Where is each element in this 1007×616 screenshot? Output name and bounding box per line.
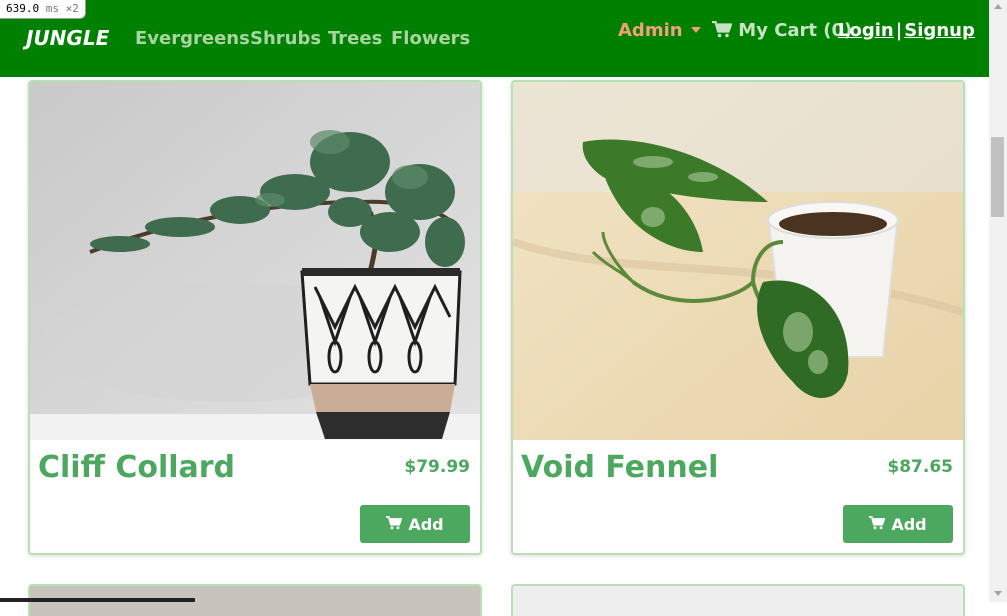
- cart-icon: [712, 20, 738, 41]
- brand-logo[interactable]: JUNGLE: [26, 26, 109, 50]
- product-card: Cliff Collard $79.99 Add: [28, 80, 482, 555]
- scroll-up-arrow-icon[interactable]: [994, 4, 1002, 9]
- product-card: Void Fennel $87.65 Add: [511, 80, 965, 555]
- cart-icon: [869, 515, 886, 534]
- nav-link-shrubs[interactable]: Shrubs: [250, 28, 321, 49]
- render-timer: 639.0 ms ×2: [0, 0, 86, 19]
- product-image-bonsai[interactable]: [30, 82, 480, 440]
- add-to-cart-button[interactable]: Add: [843, 505, 953, 543]
- auth-separator: |: [895, 20, 903, 41]
- nav-link-flowers[interactable]: Flowers: [391, 28, 470, 49]
- product-name[interactable]: Void Fennel: [521, 450, 718, 485]
- admin-label: Admin: [618, 20, 683, 41]
- add-to-cart-button[interactable]: Add: [360, 505, 470, 543]
- vertical-scrollbar[interactable]: [989, 0, 1007, 602]
- nav-link-trees[interactable]: Trees: [328, 28, 382, 49]
- product-price: $87.65: [887, 457, 953, 477]
- cart-link[interactable]: My Cart (0): [712, 20, 852, 41]
- add-button-label: Add: [891, 514, 927, 534]
- timer-multiplier: ×2: [65, 2, 79, 15]
- signup-link[interactable]: Signup: [904, 20, 975, 41]
- scrollbar-thumb[interactable]: [991, 137, 1004, 217]
- add-button-label: Add: [408, 514, 444, 534]
- product-price: $79.99: [404, 457, 470, 477]
- auth-links: Login | Signup: [838, 20, 975, 41]
- nav-link-evergreens[interactable]: Evergreens: [135, 28, 250, 49]
- admin-dropdown[interactable]: Admin: [618, 20, 701, 41]
- product-image-pothos[interactable]: [513, 82, 963, 440]
- top-navbar: JUNGLE Evergreens Shrubs Trees Flowers A…: [0, 0, 989, 77]
- cart-label: My Cart (0): [738, 20, 853, 41]
- timer-unit: ms: [45, 2, 59, 15]
- product-name[interactable]: Cliff Collard: [38, 450, 235, 485]
- timer-value: 639.0: [6, 2, 40, 15]
- horizontal-scroll-indicator: [0, 598, 195, 602]
- caret-down-icon: [690, 27, 701, 33]
- cart-icon: [386, 515, 403, 534]
- product-card-partial: [511, 584, 965, 616]
- login-link[interactable]: Login: [838, 20, 894, 41]
- scroll-down-arrow-icon[interactable]: [994, 591, 1002, 596]
